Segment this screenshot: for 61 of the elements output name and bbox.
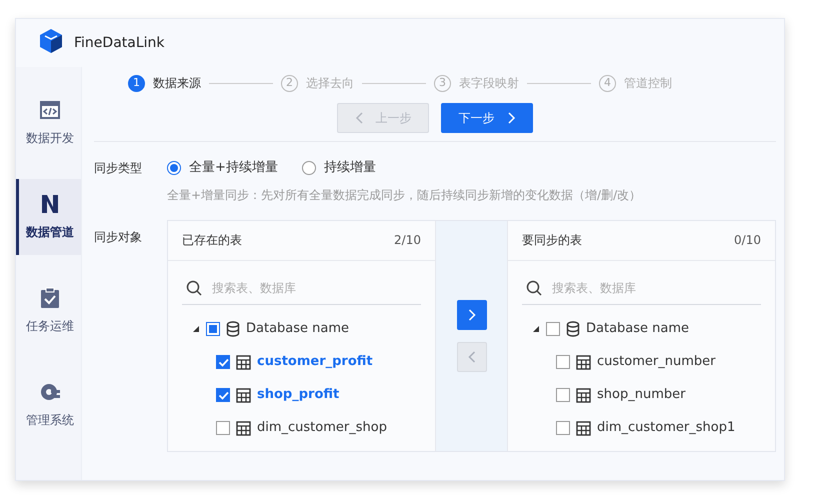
chevron-right-icon xyxy=(468,308,476,320)
table-icon xyxy=(576,388,591,402)
sidebar-item[interactable]: 数据管道 xyxy=(16,179,81,255)
sidebar-item[interactable]: 数据开发 xyxy=(16,85,81,161)
table-icon xyxy=(576,354,591,370)
panel-title: 要同步的表 xyxy=(522,232,582,249)
step-number: 2 xyxy=(281,74,298,92)
search-field[interactable]: 搜索表、数据库 xyxy=(550,278,750,298)
checkbox[interactable] xyxy=(206,322,220,336)
chevron-left-icon xyxy=(354,112,364,124)
checkbox[interactable] xyxy=(546,322,560,336)
description-text: 全量+增量同步：先对所有全量数据完成同步，随后持续同步新增的变化数据（增/删/改） xyxy=(167,186,642,204)
checkbox[interactable] xyxy=(556,355,570,369)
move-right-button[interactable] xyxy=(456,300,486,330)
table-icon xyxy=(236,388,251,402)
database-icon xyxy=(566,321,580,337)
selection-count: 2/10 xyxy=(394,232,421,249)
code-icon xyxy=(39,99,61,121)
radio-label: 持续增量 xyxy=(324,159,376,177)
search-icon xyxy=(186,280,202,296)
field-label: 同步类型 xyxy=(94,160,143,177)
step-label: 数据来源 xyxy=(153,75,201,92)
tree-item-label: dim_customer_shop xyxy=(257,419,387,438)
search-field[interactable]: 搜索表、数据库 xyxy=(210,278,410,298)
checkbox[interactable] xyxy=(216,388,230,402)
tree-item-label: shop_number xyxy=(597,386,686,404)
tree-item-label: customer_number xyxy=(597,353,716,372)
tree-item-label: dim_customer_shop1 xyxy=(597,419,736,438)
chevron-left-icon xyxy=(468,350,476,362)
search-icon xyxy=(526,280,542,296)
step-number: 3 xyxy=(434,74,451,92)
step-number: 1 xyxy=(128,74,145,92)
checkbox[interactable] xyxy=(556,421,570,435)
checkbox[interactable] xyxy=(216,355,230,369)
checkbox[interactable] xyxy=(556,388,570,402)
table-icon xyxy=(576,420,591,436)
chevron-right-icon xyxy=(506,112,516,124)
next-button[interactable]: 下一步 xyxy=(441,103,533,133)
logo-icon xyxy=(38,28,64,54)
step-label: 表字段映射 xyxy=(459,75,519,92)
radio-button[interactable] xyxy=(302,160,316,175)
tree-item-label: customer_profit xyxy=(257,353,373,372)
clipboard-check-icon xyxy=(39,287,61,309)
sidebar-item[interactable]: 任务运维 xyxy=(16,273,81,349)
step-number: 4 xyxy=(599,74,616,92)
step-label: 选择去向 xyxy=(306,75,354,92)
tree-item-label: Database name xyxy=(586,320,690,338)
panel-title: 已存在的表 xyxy=(182,232,242,249)
tree-item-label: shop_profit xyxy=(257,386,340,404)
table-icon xyxy=(236,354,251,370)
radio-label: 全量+持续增量 xyxy=(189,159,278,177)
database-icon xyxy=(226,321,240,337)
tree-item-label: Database name xyxy=(246,320,350,338)
selection-count: 0/10 xyxy=(734,232,761,249)
radio-button[interactable] xyxy=(167,160,181,175)
sidebar-item[interactable]: 管理系统 xyxy=(16,367,81,443)
app-title: FineDataLink xyxy=(74,34,165,52)
checkbox[interactable] xyxy=(216,421,230,435)
step-label: 管道控制 xyxy=(624,75,672,92)
field-label: 同步对象 xyxy=(94,228,143,246)
table-icon xyxy=(236,420,251,436)
